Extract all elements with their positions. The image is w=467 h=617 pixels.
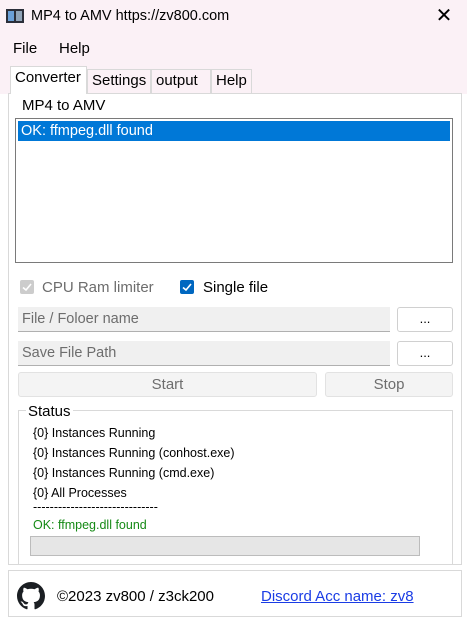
- status-line-ok: OK: ffmpeg.dll found: [33, 518, 147, 532]
- status-line-all-processes: {0} All Processes: [33, 486, 127, 500]
- tab-output[interactable]: output: [151, 69, 211, 93]
- title-bar: MP4 to AMV https://zv800.com ✕: [0, 0, 467, 34]
- app-icon: [6, 9, 24, 23]
- github-icon[interactable]: [17, 582, 45, 610]
- status-line-cmd: {0} Instances Running (cmd.exe): [33, 466, 215, 480]
- file-folder-input[interactable]: File / Foloer name: [18, 307, 390, 332]
- checkmark-icon: [22, 283, 32, 292]
- browse-file-button[interactable]: ...: [397, 307, 453, 332]
- progress-bar: [30, 536, 420, 556]
- save-path-input[interactable]: Save File Path: [18, 341, 390, 366]
- browse-save-button[interactable]: ...: [397, 341, 453, 366]
- log-listbox[interactable]: OK: ffmpeg.dll found: [15, 118, 453, 263]
- stop-button[interactable]: Stop: [325, 372, 453, 397]
- menu-bar: File Help: [0, 34, 467, 64]
- window-title: MP4 to AMV https://zv800.com: [31, 8, 230, 24]
- status-label: Status: [26, 403, 73, 420]
- cpu-ram-limiter-label: CPU Ram limiter: [42, 279, 154, 296]
- menu-file[interactable]: File: [13, 40, 37, 57]
- tab-converter[interactable]: Converter: [10, 66, 87, 94]
- status-line-instances: {0} Instances Running: [33, 426, 156, 440]
- start-button[interactable]: Start: [18, 372, 317, 397]
- menu-help[interactable]: Help: [59, 40, 90, 57]
- single-file-label: Single file: [203, 279, 269, 296]
- checkmark-icon: [182, 283, 192, 292]
- tab-strip: Converter Settings output Help: [0, 64, 467, 94]
- status-line-conhost: {0} Instances Running (conhost.exe): [33, 446, 235, 460]
- copyright-text: ©2023 zv800 / z3ck200: [57, 588, 214, 605]
- close-icon: ✕: [435, 5, 453, 27]
- status-divider: ------------------------------: [33, 500, 158, 514]
- converter-group-label: MP4 to AMV: [22, 97, 106, 114]
- cpu-ram-limiter-checkbox[interactable]: [20, 280, 34, 294]
- close-button[interactable]: ✕: [421, 0, 467, 34]
- single-file-checkbox[interactable]: [180, 280, 194, 294]
- tab-help[interactable]: Help: [211, 69, 252, 93]
- discord-link[interactable]: Discord Acc name: zv8: [261, 588, 414, 605]
- tab-settings[interactable]: Settings: [87, 69, 151, 93]
- list-item[interactable]: OK: ffmpeg.dll found: [18, 121, 450, 141]
